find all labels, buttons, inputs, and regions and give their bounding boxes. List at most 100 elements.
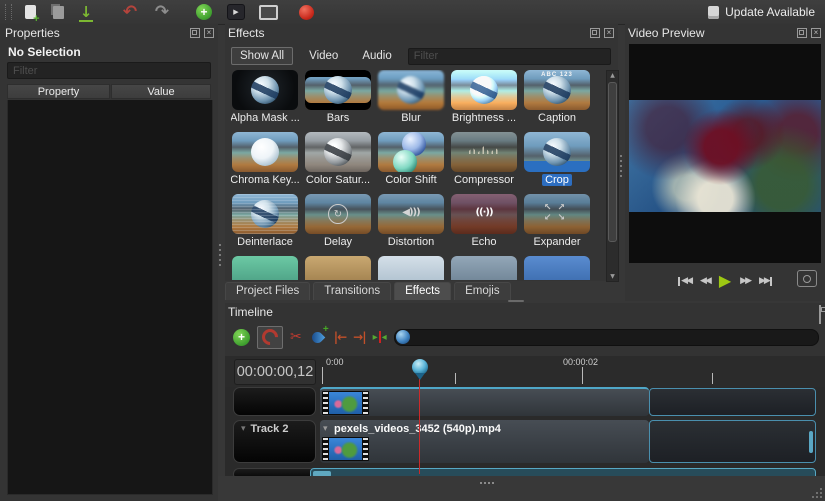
- panel-splitter-right[interactable]: [620, 155, 622, 177]
- effect-item-caption[interactable]: ABC 123 Caption: [523, 70, 591, 126]
- tab-project-files[interactable]: Project Files: [225, 282, 311, 300]
- redo-button[interactable]: ↷: [152, 2, 172, 22]
- effect-thumbnail: [451, 70, 517, 110]
- effect-item-alpha-mask[interactable]: Alpha Mask ...: [231, 70, 300, 126]
- track-3-header[interactable]: [233, 468, 316, 476]
- rewind-button[interactable]: ◀◀: [700, 276, 712, 286]
- timecode-display: 00:00:00,12: [234, 359, 316, 385]
- window-resize-grip[interactable]: [812, 488, 823, 499]
- effect-thumbnail: [524, 132, 590, 172]
- open-project-button[interactable]: [48, 2, 68, 22]
- update-available-button[interactable]: Update Available: [708, 5, 815, 19]
- effect-item-brightness[interactable]: Brightness ...: [450, 70, 518, 126]
- effect-label: Alpha Mask ...: [231, 112, 300, 124]
- effect-item-delay[interactable]: ↻ Delay: [304, 194, 372, 250]
- ruler-tick: [322, 367, 323, 384]
- show-all-button[interactable]: Show All: [231, 47, 294, 65]
- undo-button[interactable]: ↶: [120, 2, 140, 22]
- effect-thumbnail: ((·)): [451, 194, 517, 234]
- effect-item-deinterlace[interactable]: Deinterlace: [231, 194, 299, 250]
- tab-transitions[interactable]: Transitions: [313, 282, 392, 300]
- property-column-header[interactable]: Property: [7, 84, 110, 99]
- effect-item-blur[interactable]: Blur: [377, 70, 445, 126]
- playhead-marker[interactable]: [412, 359, 428, 380]
- close-panel-icon[interactable]: ×: [204, 28, 214, 38]
- preview-screen[interactable]: [629, 44, 821, 263]
- jump-start-button[interactable]: ◀◀: [677, 276, 693, 286]
- panel-splitter-left[interactable]: [219, 244, 221, 266]
- effect-item-partial[interactable]: [377, 256, 445, 280]
- snapshot-camera-button[interactable]: [797, 270, 817, 287]
- import-files-button[interactable]: +: [194, 2, 214, 22]
- effect-thumbnail: [232, 194, 298, 234]
- audio-filter-button[interactable]: Audio: [354, 48, 399, 64]
- chevron-down-icon[interactable]: ▾: [323, 424, 328, 434]
- clip-video-track1[interactable]: [320, 387, 649, 416]
- float-panel-icon[interactable]: [190, 28, 200, 38]
- tab-emojis[interactable]: Emojis: [454, 282, 511, 300]
- float-panel-icon[interactable]: [590, 28, 600, 38]
- effect-item-partial[interactable]: [450, 256, 518, 280]
- center-playhead-button[interactable]: ▸ ◂: [373, 327, 387, 347]
- fast-forward-button[interactable]: ▶▶: [740, 276, 752, 286]
- scrollbar-thumb[interactable]: [608, 82, 617, 242]
- effect-item-bars[interactable]: Bars: [304, 70, 372, 126]
- video-filter-button[interactable]: Video: [301, 48, 346, 64]
- effect-item-distortion[interactable]: ◀))) Distortion: [377, 194, 445, 250]
- effects-filter-bar: Show All Video Audio: [231, 46, 611, 66]
- clip-selected-track3[interactable]: [310, 468, 816, 476]
- update-label: Update Available: [725, 5, 815, 19]
- value-column-header[interactable]: Value: [110, 84, 211, 99]
- splitter-drag-handle[interactable]: [480, 482, 495, 484]
- clip-secondary-track2[interactable]: [649, 420, 816, 463]
- choose-profile-button[interactable]: ▶: [226, 2, 246, 22]
- scroll-up-icon[interactable]: ▲: [607, 72, 618, 79]
- track-1-header[interactable]: [233, 387, 316, 416]
- float-panel-icon[interactable]: [797, 28, 807, 38]
- horizontal-splitter-handle[interactable]: [508, 300, 524, 302]
- properties-filter-input[interactable]: [7, 62, 211, 79]
- timeline-panel: Timeline + ✂ + |← →| ▸ ◂ 00:00:00,12 0:0…: [225, 303, 825, 476]
- effect-item-partial[interactable]: [231, 256, 299, 280]
- effect-item-compressor[interactable]: Compressor: [450, 132, 518, 188]
- next-marker-button[interactable]: →|: [353, 327, 366, 347]
- add-track-button[interactable]: +: [233, 327, 250, 347]
- clip-pexels-video[interactable]: ▾ pexels_videos_3452 (540p).mp4: [320, 420, 649, 463]
- play-button[interactable]: ▶: [719, 273, 731, 289]
- close-panel-icon[interactable]: ×: [604, 28, 614, 38]
- clip-trim-handle[interactable]: [809, 431, 813, 453]
- timeline-zoom-slider[interactable]: [393, 328, 819, 346]
- clip-secondary-track1[interactable]: [649, 388, 816, 416]
- track-2-header[interactable]: ▾ Track 2: [233, 420, 316, 463]
- previous-marker-button[interactable]: |←: [334, 327, 347, 347]
- effect-item-expander[interactable]: ↖↗ ↙↘ Expander: [523, 194, 591, 250]
- float-panel-icon[interactable]: [819, 305, 821, 324]
- effect-item-color-saturation[interactable]: Color Satur...: [304, 132, 372, 188]
- effect-item-chroma-key[interactable]: Chroma Key...: [231, 132, 300, 188]
- effect-item-crop[interactable]: Crop: [523, 132, 591, 188]
- zoom-slider-handle[interactable]: [395, 329, 410, 344]
- scroll-down-icon[interactable]: ▼: [607, 273, 618, 280]
- chevron-down-icon[interactable]: ▾: [241, 424, 246, 435]
- close-panel-icon[interactable]: ×: [811, 28, 821, 38]
- razor-tool-button[interactable]: ✂: [290, 327, 302, 347]
- effects-scrollbar[interactable]: ▲ ▼: [606, 70, 619, 282]
- tab-effects[interactable]: Effects: [394, 282, 452, 300]
- add-marker-button[interactable]: +: [309, 324, 329, 346]
- fullscreen-button[interactable]: [258, 2, 278, 22]
- selection-status: No Selection: [8, 45, 81, 59]
- export-video-button[interactable]: [296, 2, 316, 22]
- timeline-ruler[interactable]: 00:00:00,12 0:00 00:00:02: [225, 356, 825, 388]
- effect-item-partial[interactable]: [523, 256, 591, 280]
- effect-item-color-shift[interactable]: Color Shift: [377, 132, 445, 188]
- toolbar-drag-handle[interactable]: [5, 4, 12, 20]
- snapping-toggle-button[interactable]: [257, 325, 283, 349]
- effects-filter-input[interactable]: [407, 47, 611, 65]
- add-track-plus-icon: +: [233, 328, 250, 346]
- jump-end-button[interactable]: ▶▶: [759, 276, 773, 286]
- save-project-button[interactable]: ↓: [76, 2, 96, 22]
- preview-video-frame: [629, 100, 821, 212]
- effect-item-partial[interactable]: [304, 256, 372, 280]
- new-project-button[interactable]: +: [20, 2, 40, 25]
- effect-item-echo[interactable]: ((·)) Echo: [450, 194, 518, 250]
